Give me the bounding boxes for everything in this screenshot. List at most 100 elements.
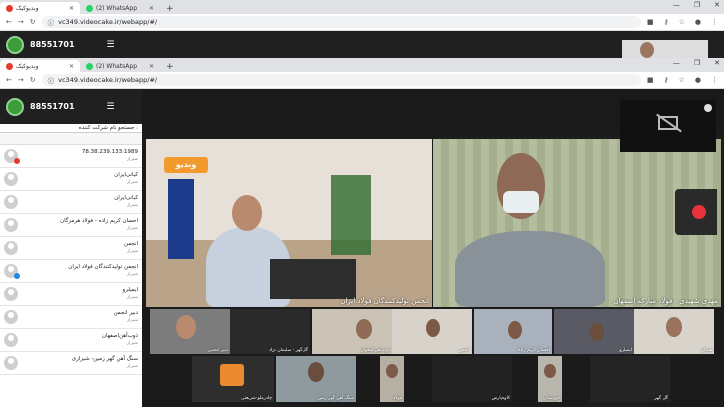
status-badge xyxy=(14,158,20,164)
participant-name: احسان کریم زاده - فولاد هرمزگان xyxy=(60,218,138,224)
close-tab-icon[interactable]: ✕ xyxy=(69,63,74,70)
forward-icon[interactable]: → xyxy=(18,18,24,26)
participant-item[interactable]: انجمن شیراز xyxy=(0,237,142,260)
thumb-video[interactable]: هیدکو xyxy=(634,309,714,354)
menu-dots-icon[interactable]: ⋮ xyxy=(711,76,718,84)
participant-name: سنگ آهن گهر زمین- شیرازی xyxy=(71,356,138,362)
thumb-label: چادرملو-شریعتی xyxy=(241,396,272,401)
thumb-video[interactable]: گل‌گهر - سلیمان نژاد xyxy=(230,309,310,354)
star-icon[interactable]: ☆ xyxy=(679,18,685,26)
thumb-video[interactable]: انجمن xyxy=(392,309,472,354)
thumb-label: گل گهر xyxy=(654,396,668,401)
tab-title: (2) WhatsApp xyxy=(96,4,138,12)
participant-item[interactable]: دبیر انجمن شیراز xyxy=(0,306,142,329)
restore-icon[interactable]: ❐ xyxy=(694,1,700,9)
participant-head xyxy=(386,364,398,378)
participant-item[interactable]: انجمن تولیدکنندگان فولاد ایران شیراز xyxy=(0,260,142,283)
thumb-video[interactable]: فولاد xyxy=(380,356,404,402)
url-text: vc349.videocake.ir/webapp/#/ xyxy=(58,18,158,26)
camera-off-icon xyxy=(658,116,678,130)
thumb-video[interactable]: گل گهر xyxy=(590,356,670,402)
url-field[interactable]: ⓘ vc349.videocake.ir/webapp/#/ xyxy=(41,74,641,86)
thumb-label: گل‌گهر - سلیمان نژاد xyxy=(268,348,308,353)
restore-icon[interactable]: ❐ xyxy=(694,59,700,67)
camera-icon[interactable]: ■ xyxy=(647,76,654,84)
minimize-pip-icon[interactable] xyxy=(704,104,712,112)
reload-icon[interactable]: ↻ xyxy=(30,76,36,84)
new-tab-icon[interactable]: + xyxy=(160,62,180,72)
menu-dots-icon[interactable]: ⋮ xyxy=(711,18,718,26)
profile-icon[interactable]: ● xyxy=(695,18,701,26)
participant-head xyxy=(666,317,682,337)
participant-name: ایمیلرو xyxy=(122,287,138,293)
back-icon[interactable]: ← xyxy=(6,76,12,84)
reload-icon[interactable]: ↻ xyxy=(30,18,36,26)
thumb-video[interactable]: خوزستان xyxy=(538,356,562,402)
hamburger-icon[interactable]: ☰ xyxy=(107,102,115,112)
participant-text: کیانی‌ایران شیراز xyxy=(114,195,138,209)
url-field[interactable]: ⓘ vc349.videocake.ir/webapp/#/ xyxy=(41,16,641,28)
self-view-pip[interactable] xyxy=(620,100,716,152)
back-icon[interactable]: ← xyxy=(6,18,12,26)
participant-head xyxy=(508,321,522,339)
participant-text: کیانی‌ایران شیراز xyxy=(114,172,138,186)
participant-name: کیانی‌ایران xyxy=(114,172,138,178)
minimize-icon[interactable]: — xyxy=(673,59,680,67)
thumb-video[interactable]: ایمیلرو xyxy=(554,309,634,354)
app-number: 88551701 xyxy=(30,102,75,111)
camera-icon[interactable]: ■ xyxy=(647,18,654,26)
search-input[interactable] xyxy=(0,133,142,145)
thumb-video[interactable]: احسان کریم زاده xyxy=(474,309,552,354)
thumb-label: هیدکو xyxy=(701,348,712,353)
record-icon[interactable] xyxy=(692,205,706,219)
avatar-icon xyxy=(4,195,18,209)
thumb-video[interactable]: سنگ آهن گهر زمین xyxy=(276,356,356,402)
app-header-bg: 88551701 ☰ xyxy=(0,31,724,58)
plant xyxy=(331,175,371,255)
tab-whatsapp[interactable]: (2) WhatsApp ✕ xyxy=(80,60,160,72)
thumb-video[interactable]: ذوب‌آهن‌اصفهان xyxy=(312,309,392,354)
thumb-video[interactable]: دبیر انجمن xyxy=(150,309,230,354)
participant-item[interactable]: ذوب‌آهن‌اصفهان شیراز xyxy=(0,329,142,352)
close-tab-icon[interactable]: ✕ xyxy=(69,5,74,12)
avatar-icon xyxy=(4,356,18,370)
participant-head xyxy=(590,323,604,341)
profile-icon[interactable]: ● xyxy=(695,76,701,84)
tab-videocake[interactable]: وبدیوکیک ✕ xyxy=(0,60,80,72)
thumb-video[interactable]: کاوه‌پارس xyxy=(432,356,512,402)
avatar-icon xyxy=(4,172,18,186)
toolbar-icons: ■ ⚷ ☆ ● ⋮ xyxy=(647,76,718,84)
info-icon: ⓘ xyxy=(47,77,55,85)
key-icon[interactable]: ⚷ xyxy=(663,76,668,84)
main-video-1[interactable]: وبدیو انجمن تولیدکنندگان فولاد ایران xyxy=(146,139,432,307)
participant-head xyxy=(356,319,372,339)
thumb-video[interactable]: چادرملو-شریعتی xyxy=(192,356,274,402)
close-tab-icon[interactable]: ✕ xyxy=(149,5,154,12)
new-tab-icon[interactable]: + xyxy=(160,4,180,14)
hamburger-icon[interactable]: ☰ xyxy=(107,40,115,50)
tab-videocake-bg[interactable]: وبدیوکیک ✕ xyxy=(0,2,80,14)
close-window-icon[interactable]: ✕ xyxy=(714,1,720,9)
participant-item[interactable]: 78.38.239.133:1989 شیراز xyxy=(0,145,142,168)
participant-text: سنگ آهن گهر زمین- شیرازی شیراز xyxy=(72,356,138,370)
participant-item[interactable]: کیانی‌ایران شیراز xyxy=(0,191,142,214)
participant-item[interactable]: ایمیلرو شیراز xyxy=(0,283,142,306)
info-icon: ⓘ xyxy=(47,19,55,27)
videocake-favicon xyxy=(6,4,13,12)
participant-item[interactable]: سنگ آهن گهر زمین- شیرازی شیراز xyxy=(0,352,142,375)
participant-text: ایمیلرو شیراز xyxy=(123,287,138,301)
minimize-icon[interactable]: — xyxy=(673,1,680,9)
record-panel[interactable] xyxy=(675,189,717,235)
thumb-label: کاوه‌پارس xyxy=(491,396,510,401)
avatar-icon xyxy=(4,310,18,324)
key-icon[interactable]: ⚷ xyxy=(663,18,668,26)
star-icon[interactable]: ☆ xyxy=(679,76,685,84)
thumb-label: خوزستان xyxy=(542,396,560,401)
url-text: vc349.videocake.ir/webapp/#/ xyxy=(58,76,158,84)
tab-whatsapp-bg[interactable]: (2) WhatsApp ✕ xyxy=(80,2,160,14)
participant-item[interactable]: احسان کریم زاده - فولاد هرمزگان شیراز xyxy=(0,214,142,237)
participant-item[interactable]: کیانی‌ایران شیراز xyxy=(0,168,142,191)
close-tab-icon[interactable]: ✕ xyxy=(149,63,154,70)
forward-icon[interactable]: → xyxy=(18,76,24,84)
close-window-icon[interactable]: ✕ xyxy=(714,59,720,67)
